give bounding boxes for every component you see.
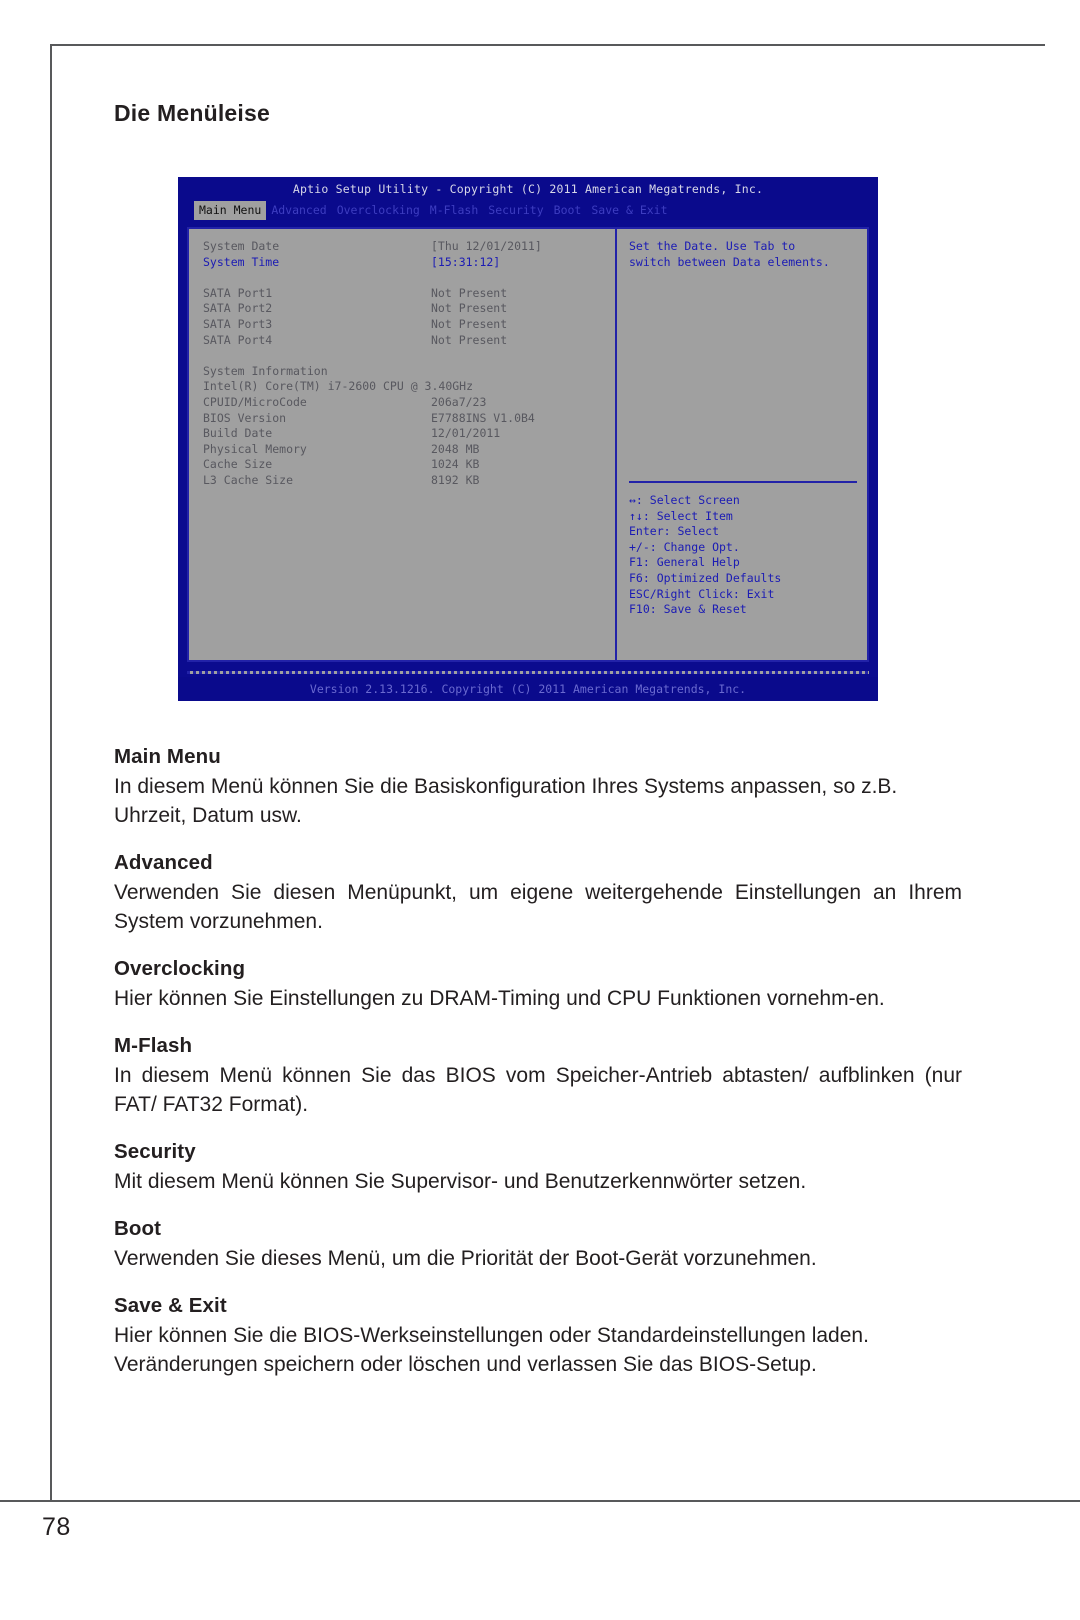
bios-row-spacer [203, 270, 615, 286]
bios-tab-boot[interactable]: Boot [549, 201, 587, 220]
bios-setting-row[interactable]: Intel(R) Core(TM) i7-2600 CPU @ 3.40GHz [203, 379, 615, 395]
bios-setting-row[interactable]: SATA Port3 Not Present [203, 317, 615, 333]
bios-help-key: Enter: Select [629, 524, 720, 539]
bios-setting-row[interactable]: SATA Port4 Not Present [203, 333, 615, 349]
bios-setting-label: Build Date [203, 426, 273, 441]
bios-help-key: F10: Save & Reset [629, 602, 747, 617]
section-security: Security Mit diesem Menü können Sie Super… [114, 1140, 962, 1196]
bios-setting-label: BIOS Version [203, 410, 287, 425]
section-heading: Advanced [114, 851, 213, 874]
section-boot: Boot Verwenden Sie dieses Menü, um die Pr… [114, 1217, 962, 1273]
bios-setting-value: 8192 KB [431, 472, 480, 487]
bios-tab-overclocking[interactable]: Overclocking [332, 201, 425, 220]
bios-setting-value: 12/01/2011 [431, 426, 501, 441]
bios-row-spacer [203, 348, 615, 364]
page-title: Die Menüleise [114, 100, 270, 126]
bios-setting-row[interactable]: BIOS Version E7788INS V1.0B4 [203, 411, 615, 427]
bios-help-key: ↑↓: Select Item [629, 508, 733, 523]
bios-setting-label: System Date [203, 239, 280, 253]
bios-setting-value: [Thu 12/01/2011] [431, 239, 542, 253]
section-overclocking: Overclocking Hier können Sie Einstellunge… [114, 957, 962, 1013]
bios-tab-main-menu[interactable]: Main Menu [194, 201, 267, 220]
bios-setting-label: SATA Port4 [203, 332, 273, 347]
bios-help-panel: Set the Date. Use Tab to switch between … [617, 229, 867, 660]
bios-setting-value: Not Present [431, 301, 508, 316]
section-main-menu: Main Menu In diesem Menü können Sie die B… [114, 745, 962, 830]
section-heading: Save & Exit [114, 1294, 227, 1317]
bios-setting-label: SATA Port1 [203, 285, 273, 300]
section-m-flash: M-Flash In diesem Menü können Sie das BIO… [114, 1034, 962, 1119]
page-number: 78 [42, 1513, 71, 1541]
bios-title-bar: Aptio Setup Utility - Copyright (C) 2011… [178, 177, 878, 201]
menu-description-sections: Main Menu In diesem Menü können Sie die B… [114, 745, 962, 1400]
bios-menu-bar[interactable]: Main Menu Advanced Overclocking M-Flash Secu… [178, 201, 878, 220]
bios-setting-label: CPUID/MicroCode [203, 394, 307, 409]
bios-setting-row[interactable]: System Date [Thu 12/01/2011] [203, 239, 615, 255]
section-heading: Main Menu [114, 745, 221, 768]
bios-help-divider [629, 481, 857, 483]
page-top-rule [50, 44, 1045, 46]
bios-setting-label: SATA Port3 [203, 316, 273, 331]
bios-setting-value: Not Present [431, 285, 508, 300]
bios-tab-save-exit[interactable]: Save & Exit [586, 201, 672, 220]
bios-setting-label: Cache Size [203, 457, 273, 472]
bios-setting-label: L3 Cache Size [203, 472, 294, 487]
bios-help-key: +/-: Change Opt. [629, 539, 740, 554]
bios-setting-value: E7788INS V1.0B4 [431, 410, 535, 425]
bios-setting-row[interactable]: CPUID/MicroCode 206a7/23 [203, 395, 615, 411]
bios-setting-row[interactable]: L3 Cache Size 8192 KB [203, 473, 615, 489]
bios-dotted-strip [187, 671, 869, 674]
section-body: In diesem Menü können Sie das BIOS vom S… [114, 1064, 962, 1116]
bios-footer-version: Version 2.13.1216. Copyright (C) 2011 Am… [178, 677, 878, 701]
bios-setting-row[interactable]: Cache Size 1024 KB [203, 457, 615, 473]
section-heading: Overclocking [114, 957, 246, 980]
bios-setting-value: Not Present [431, 332, 508, 347]
section-body: Verwenden Sie dieses Menü, um die Priori… [114, 1247, 817, 1270]
bios-setting-row[interactable]: System Time [15:31:12] [203, 255, 615, 271]
bios-help-key-list: ↔: Select Screen ↑↓: Select Item Enter: Se… [629, 493, 781, 618]
bios-setting-label: Intel(R) Core(TM) i7-2600 CPU @ 3.40GHz [203, 379, 474, 394]
bios-setting-label: System Information [203, 363, 328, 378]
section-body: Hier können Sie Einstellungen zu DRAM-Ti… [114, 987, 885, 1010]
section-body: Verwenden Sie diesen Menüpunkt, um eigen… [114, 881, 962, 933]
section-heading: Security [114, 1140, 196, 1163]
bios-setting-label: Physical Memory [203, 441, 307, 456]
bios-tab-advanced[interactable]: Advanced [266, 201, 331, 220]
bios-help-key: F1: General Help [629, 555, 740, 570]
page-left-rule [50, 44, 52, 1500]
section-body: Mit diesem Menü können Sie Supervisor- u… [114, 1170, 807, 1193]
bios-help-description-line2: switch between Data elements. [629, 254, 830, 269]
bios-setting-value: 2048 MB [431, 441, 480, 456]
bios-setting-label: System Time [203, 254, 280, 269]
document-body: Die Menüleise [114, 100, 957, 163]
page-footer-rule [0, 1500, 1080, 1502]
section-heading: Boot [114, 1217, 162, 1240]
bios-screenshot-figure: Aptio Setup Utility - Copyright (C) 2011… [178, 177, 878, 701]
section-heading: M-Flash [114, 1034, 193, 1057]
bios-settings-list[interactable]: System Date [Thu 12/01/2011] System Time [1… [189, 229, 617, 660]
bios-setting-value: 1024 KB [431, 457, 480, 472]
bios-setting-value: 206a7/23 [431, 394, 487, 409]
bios-tab-security[interactable]: Security [483, 201, 548, 220]
bios-help-description-line1: Set the Date. Use Tab to [629, 239, 796, 253]
bios-setting-value: Not Present [431, 316, 508, 331]
bios-tab-m-flash[interactable]: M-Flash [425, 201, 483, 220]
bios-setting-row[interactable]: Build Date 12/01/2011 [203, 426, 615, 442]
bios-help-key: ESC/Right Click: Exit [629, 586, 775, 601]
section-save-exit: Save & Exit Hier können Sie die BIOS-Werk… [114, 1294, 962, 1379]
bios-setting-row[interactable]: System Information [203, 364, 615, 380]
bios-setting-value: [15:31:12] [431, 254, 501, 269]
bios-setting-row[interactable]: SATA Port2 Not Present [203, 301, 615, 317]
bios-setting-row[interactable]: Physical Memory 2048 MB [203, 442, 615, 458]
bios-help-key: ↔: Select Screen [629, 493, 740, 507]
section-body: In diesem Menü können Sie die Basiskonfi… [114, 775, 898, 827]
bios-content-area: System Date [Thu 12/01/2011] System Time [1… [187, 227, 869, 662]
bios-help-key: F6: Optimized Defaults [629, 570, 782, 585]
bios-setting-label: SATA Port2 [203, 301, 273, 316]
bios-setting-row[interactable]: SATA Port1 Not Present [203, 286, 615, 302]
section-body: Hier können Sie die BIOS-Werkseinstellun… [114, 1324, 869, 1376]
section-advanced: Advanced Verwenden Sie diesen Menüpunkt, … [114, 851, 962, 936]
